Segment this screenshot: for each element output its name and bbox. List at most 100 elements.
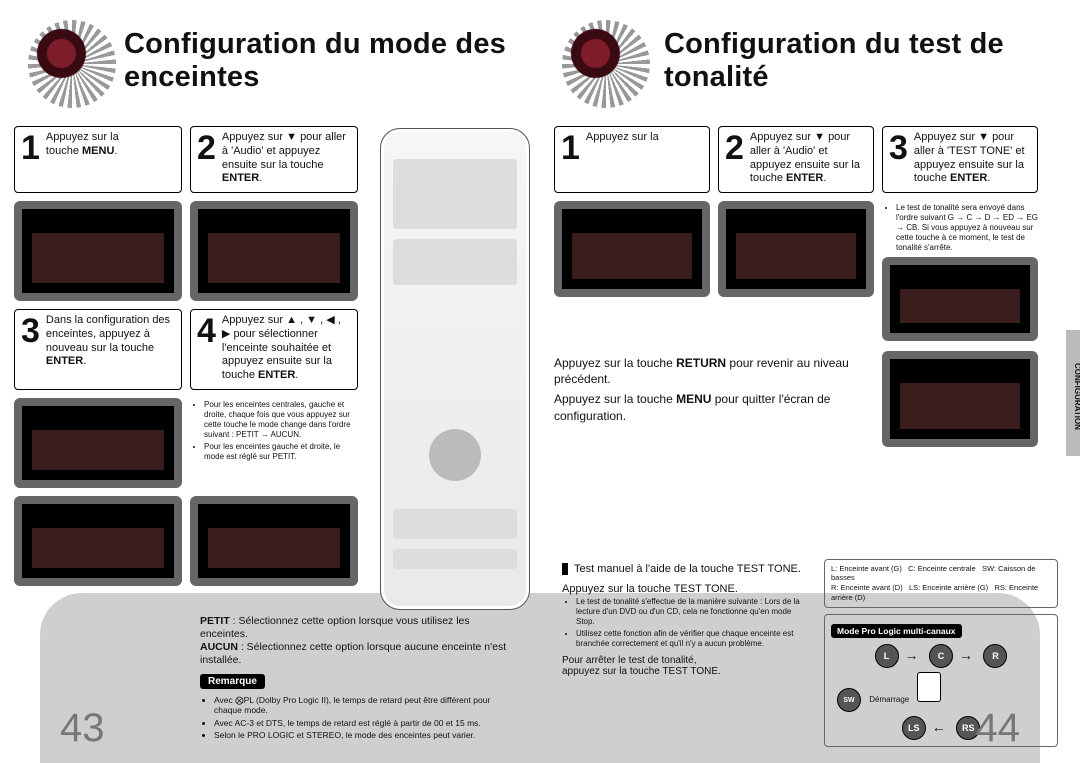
step-number: 1 bbox=[561, 131, 580, 186]
bullet: Avec ⨂PL (Dolby Pro Logic II), le temps … bbox=[214, 695, 510, 716]
legend-L: L: Enceinte avant (G) bbox=[831, 564, 902, 573]
stop-test-b: appuyez sur la touche TEST TONE. bbox=[562, 666, 812, 677]
remarque-bullets: Avec ⨂PL (Dolby Pro Logic II), le temps … bbox=[214, 695, 510, 742]
demarrage-label: Démarrage bbox=[869, 695, 909, 704]
step-number: 3 bbox=[21, 314, 40, 383]
bullet: Pour les enceintes gauche et droite, le … bbox=[204, 442, 358, 462]
key-enter: ENTER bbox=[258, 369, 295, 381]
listener-icon bbox=[917, 672, 941, 702]
steps-row-right: 1 Appuyez sur la 2 Appuyez sur ▼ pour al… bbox=[554, 104, 1066, 193]
spk-SW-icon: SW bbox=[837, 688, 861, 712]
step-number: 3 bbox=[889, 131, 908, 186]
arrow-icon: → bbox=[959, 646, 973, 662]
key-menu: MENU bbox=[82, 145, 114, 157]
bullet: Avec AC-3 et DTS, le temps de retard est… bbox=[214, 718, 510, 729]
step-2: 2 Appuyez sur ▼ pour aller à 'Audio' et … bbox=[190, 126, 358, 193]
col: Le test de tonalité sera envoyé dans l'o… bbox=[882, 201, 1038, 341]
press-test-tone: Appuyez sur la touche TEST TONE. bbox=[562, 583, 812, 595]
page-number-right: 44 bbox=[976, 706, 1021, 751]
t: Dans la configuration des enceintes, app… bbox=[46, 314, 170, 354]
col bbox=[882, 351, 1038, 447]
t: . bbox=[295, 369, 298, 381]
step-4-notes-col bbox=[14, 398, 182, 488]
label-aucun: AUCUN bbox=[200, 641, 238, 653]
page-title-right: Configuration du test de tonalité bbox=[554, 28, 1066, 94]
aucun-line: AUCUN : Sélectionnez cette option lorsqu… bbox=[200, 641, 510, 667]
t: . bbox=[83, 355, 86, 367]
col bbox=[718, 201, 874, 341]
key-enter: ENTER bbox=[222, 172, 259, 184]
tv-screenshot bbox=[190, 496, 358, 586]
step-text: Appuyez sur la touche MENU. bbox=[46, 131, 119, 186]
remarque-badge: Remarque bbox=[200, 674, 265, 689]
bullet: Le test de tonalité sera envoyé dans l'o… bbox=[896, 203, 1038, 253]
bullet: Utilisez cette fonction afin de vérifier… bbox=[576, 629, 812, 649]
tv-screenshot bbox=[14, 398, 182, 488]
key-return: RETURN bbox=[676, 356, 726, 370]
speaker-legend: L: Enceinte avant (G) C: Enceinte centra… bbox=[824, 559, 1058, 608]
key-enter: ENTER bbox=[950, 172, 987, 184]
t: touche bbox=[46, 145, 82, 157]
spk-L-icon: L bbox=[875, 644, 899, 668]
p-menu: Appuyez sur la touche MENU pour quitter … bbox=[554, 391, 874, 423]
tv-screenshot bbox=[718, 201, 874, 297]
step-2: 2 Appuyez sur ▼ pour aller à 'Audio' et … bbox=[718, 126, 874, 193]
p-return: Appuyez sur la touche RETURN pour reveni… bbox=[554, 355, 874, 387]
step-number: 4 bbox=[197, 314, 216, 383]
bullet: Pour les enceintes centrales, gauche et … bbox=[204, 400, 358, 440]
diagram-row-top: L → C → R bbox=[831, 644, 1051, 668]
step-text: Appuyez sur ▼ pour aller à 'Audio' et ap… bbox=[750, 131, 867, 186]
arrow-icon: ← bbox=[932, 719, 946, 735]
left-footer-block: PETIT : Sélectionnez cette option lorsqu… bbox=[200, 615, 510, 743]
mid-text: Appuyez sur la touche RETURN pour reveni… bbox=[554, 351, 874, 447]
label-petit: PETIT bbox=[200, 615, 230, 627]
spk-R-icon: R bbox=[983, 644, 1007, 668]
step-1: 1 Appuyez sur la touche MENU. bbox=[14, 126, 182, 193]
t: Appuyez sur ▼ pour aller à 'Audio' et ap… bbox=[222, 131, 346, 171]
t: . bbox=[823, 172, 826, 184]
t: Appuyez sur la touche bbox=[554, 356, 676, 370]
bullet: Le test de tonalité s'effectue de la man… bbox=[576, 597, 812, 627]
screens-row: Le test de tonalité sera envoyé dans l'o… bbox=[554, 201, 1066, 341]
t: Appuyez sur la bbox=[46, 131, 119, 143]
step-4-notes-col: Pour les enceintes centrales, gauche et … bbox=[190, 398, 358, 488]
step-4-bullets: Pour les enceintes centrales, gauche et … bbox=[204, 400, 358, 462]
bullet: Selon le PRO LOGIC et STEREO, le mode de… bbox=[214, 730, 510, 741]
page-title-left: Configuration du mode des enceintes bbox=[14, 28, 526, 94]
t: . bbox=[114, 145, 117, 157]
t: : Sélectionnez cette option lorsque vous… bbox=[200, 615, 470, 640]
tv-screenshot bbox=[882, 351, 1038, 447]
mid-row: Appuyez sur la touche RETURN pour reveni… bbox=[554, 351, 1066, 447]
spk-C-icon: C bbox=[929, 644, 953, 668]
mode-label: Mode Pro Logic multi-canaux bbox=[831, 624, 962, 638]
mode-diagram: Mode Pro Logic multi-canaux L → C → R SW D… bbox=[824, 614, 1058, 748]
petit-line: PETIT : Sélectionnez cette option lorsqu… bbox=[200, 615, 510, 641]
footer-left-col: Test manuel à l'aide de la touche TEST T… bbox=[562, 559, 812, 677]
side-tab-configuration: CONFIGURATION bbox=[1066, 330, 1080, 456]
tv-screenshot bbox=[190, 201, 358, 301]
legend-LS: LS: Enceinte arrière (G) bbox=[909, 583, 988, 592]
key-enter: ENTER bbox=[46, 355, 83, 367]
t: . bbox=[987, 172, 990, 184]
key-enter: ENTER bbox=[786, 172, 823, 184]
manual-test-label: Test manuel à l'aide de la touche TEST T… bbox=[562, 563, 801, 575]
remote-control-illustration bbox=[380, 128, 530, 610]
step-3-bullets: Le test de tonalité sera envoyé dans l'o… bbox=[896, 203, 1038, 253]
tv-screenshot bbox=[882, 257, 1038, 341]
step-text: Dans la configuration des enceintes, app… bbox=[46, 314, 175, 383]
test-tone-bullets: Le test de tonalité s'effectue de la man… bbox=[576, 597, 812, 649]
tv-screenshot bbox=[14, 201, 182, 301]
key-menu: MENU bbox=[676, 392, 711, 406]
steps-grid-left: 1 Appuyez sur la touche MENU. 2 Appuyez … bbox=[14, 104, 374, 586]
step-1: 1 Appuyez sur la bbox=[554, 126, 710, 193]
t: . bbox=[259, 172, 262, 184]
page-number-left: 43 bbox=[60, 706, 105, 751]
step-text: Appuyez sur ▲ , ▼ , ◀ , ▶ pour sélection… bbox=[222, 314, 351, 383]
col bbox=[554, 201, 710, 341]
arrow-icon: → bbox=[905, 646, 919, 662]
step-number: 2 bbox=[197, 131, 216, 186]
step-number: 1 bbox=[21, 131, 40, 186]
legend-R: R: Enceinte avant (D) bbox=[831, 583, 903, 592]
t: Appuyez sur la touche bbox=[554, 392, 676, 406]
step-number: 2 bbox=[725, 131, 744, 186]
